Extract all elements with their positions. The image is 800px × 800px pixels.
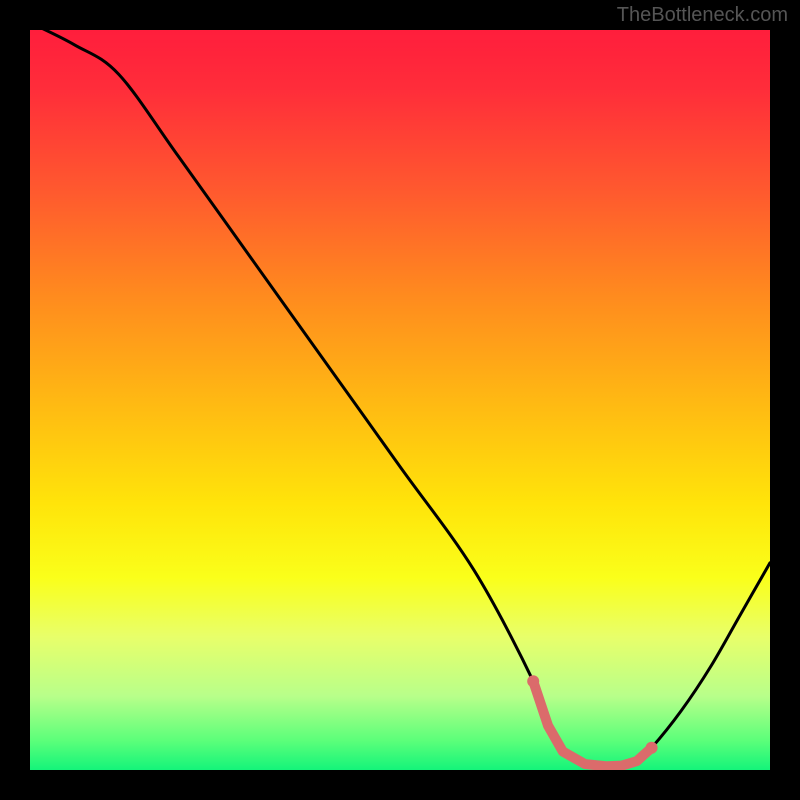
chart-gradient-background <box>30 30 770 770</box>
chart-container <box>30 30 770 770</box>
watermark-text: TheBottleneck.com <box>617 4 788 27</box>
